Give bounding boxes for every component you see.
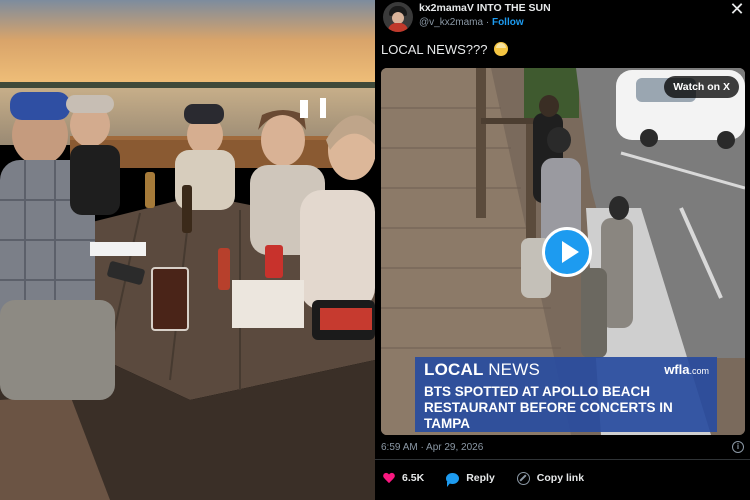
divider <box>375 459 750 460</box>
separator: · <box>485 17 490 28</box>
like-button[interactable]: 6.5K <box>383 472 424 484</box>
heart-icon <box>383 473 395 484</box>
follow-button[interactable]: Follow <box>492 17 524 28</box>
post-header: kx2mamaV INTO THE SUN @v_kx2mama · Follo… <box>375 0 750 36</box>
play-icon[interactable] <box>542 227 592 277</box>
watch-on-x-button[interactable]: Watch on X <box>664 76 739 98</box>
post-panel: kx2mamaV INTO THE SUN @v_kx2mama · Follo… <box>375 0 750 500</box>
reply-button[interactable]: Reply <box>446 472 495 487</box>
author-avatar[interactable] <box>383 2 413 32</box>
news-section-bold: LOCAL <box>424 360 484 379</box>
copy-link-label: Copy link <box>536 472 585 484</box>
reply-label: Reply <box>466 472 495 484</box>
author-handle-row: @v_kx2mama · Follow <box>419 17 524 28</box>
copy-link-button[interactable]: Copy link <box>516 471 585 485</box>
likes-count: 6.5K <box>402 472 425 484</box>
post-actions: 6.5K Reply Copy link <box>383 470 585 487</box>
author-handle[interactable]: @v_kx2mama <box>419 17 483 28</box>
reply-bubble-icon <box>446 472 460 487</box>
author-name[interactable]: kx2mamaV INTO THE SUN <box>419 2 551 14</box>
video-player[interactable]: Watch on X LOCAL NEWS wfla.com BTS SPOTT… <box>381 68 745 435</box>
news-section-light: NEWS <box>488 360 540 379</box>
post-timestamp[interactable]: 6:59 AM · Apr 29, 2026 <box>381 442 483 453</box>
exploding-head-icon <box>494 42 509 56</box>
news-brand-name: wfla <box>664 362 690 377</box>
post-text-content: LOCAL NEWS??? <box>381 42 488 57</box>
post-text: LOCAL NEWS??? <box>381 42 509 57</box>
info-icon[interactable]: i <box>732 441 744 453</box>
news-lower-third: LOCAL NEWS wfla.com BTS SPOTTED AT APOLL… <box>415 357 717 432</box>
news-headline: BTS SPOTTED AT APOLLO BEACH RESTAURANT B… <box>424 384 673 431</box>
screenshot: kx2mamaV INTO THE SUN @v_kx2mama · Follo… <box>0 0 750 500</box>
close-icon[interactable]: ✕ <box>728 0 746 18</box>
link-icon <box>516 471 530 485</box>
group-photo <box>0 0 375 500</box>
news-brand: wfla.com <box>664 362 709 377</box>
news-section-label: LOCAL NEWS <box>424 360 540 380</box>
news-brand-suffix: .com <box>689 366 709 376</box>
